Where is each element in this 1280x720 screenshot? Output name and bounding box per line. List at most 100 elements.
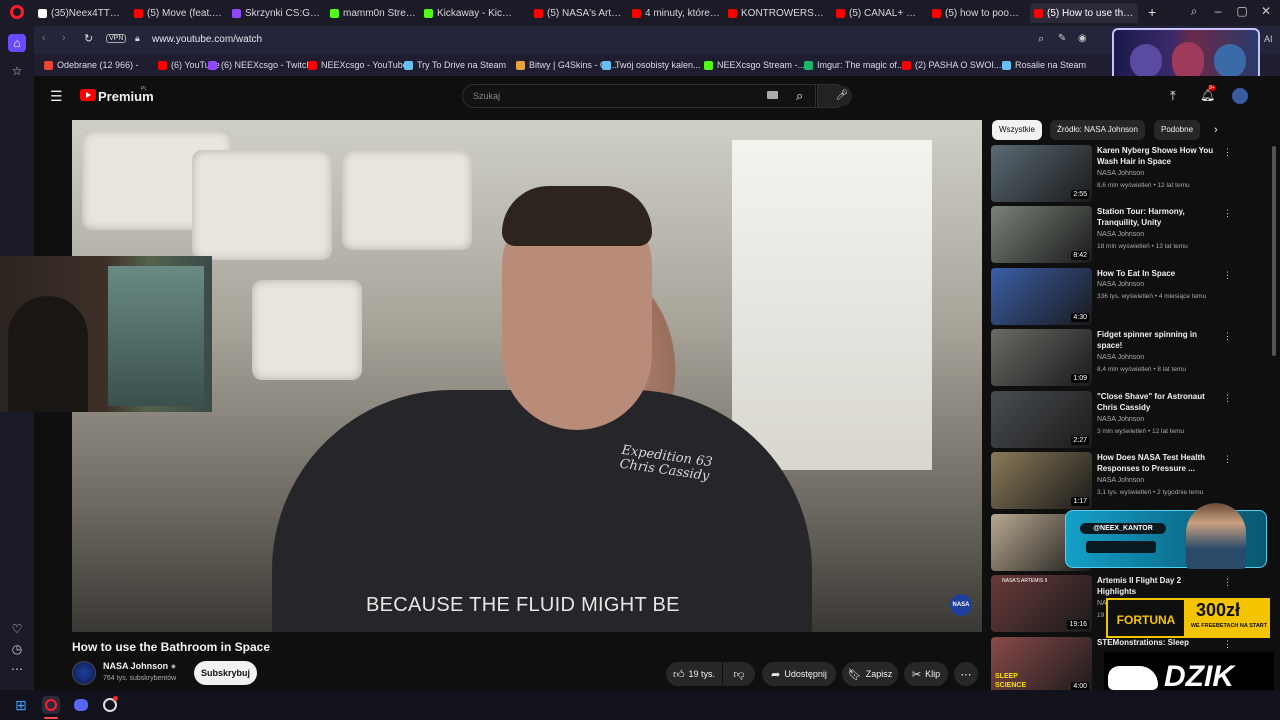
more-options-icon[interactable]: ⋮ [1223, 208, 1232, 219]
recommendation-item[interactable]: 2:55 Karen Nyberg Shows How You Wash Hair… [991, 145, 1237, 203]
more-options-icon[interactable]: ⋮ [1223, 393, 1232, 404]
discord-icon[interactable] [72, 696, 90, 714]
video-thumbnail[interactable]: 1:09 [991, 329, 1092, 386]
bookmark-item[interactable]: Twój osobisty kalen... [602, 58, 701, 72]
recommendation-title[interactable]: Fidget spinner spinning in space! [1097, 329, 1215, 351]
obs-icon[interactable] [101, 696, 119, 714]
browser-tab[interactable]: Kickaway - Kick Givea [420, 3, 514, 23]
more-options-icon[interactable]: ⋮ [1223, 454, 1232, 465]
keyboard-icon[interactable] [767, 91, 778, 99]
recommendation-item[interactable]: 1:09 Fidget spinner spinning in space! NAS… [991, 329, 1237, 387]
more-actions-button[interactable]: ⋯ [954, 662, 978, 686]
recommendation-title[interactable]: How Does NASA Test Health Responses to P… [1097, 452, 1215, 474]
home-icon[interactable]: ⌂ [8, 34, 26, 52]
recommendation-title[interactable]: "Close Shave" for Astronaut Chris Cassid… [1097, 391, 1215, 413]
bookmark-item[interactable]: Rosalie na Steam [1002, 58, 1086, 72]
history-icon[interactable]: ◷ [8, 640, 26, 658]
bookmark-item[interactable]: (2) PASHA O SWOI... [902, 58, 1001, 72]
bookmark-item[interactable]: Odebrane (12 966) - [44, 58, 139, 72]
chip-source[interactable]: Źródło: NASA Johnson [1050, 120, 1145, 140]
upload-icon[interactable]: ⤒ [1170, 88, 1176, 104]
mic-icon[interactable]: 🎤︎ [832, 86, 852, 106]
edit-icon[interactable]: ✎ [1058, 33, 1066, 44]
recommendation-title[interactable]: Station Tour: Harmony, Tranquility, Unit… [1097, 206, 1215, 228]
recommendation-item[interactable]: 4:30 How To Eat In Space NASA Johnson 336 t… [991, 268, 1237, 326]
browser-tab[interactable]: KONTROWERSJE W K [724, 3, 824, 23]
bookmark-item[interactable]: NEEXcsgo - YouTube [308, 58, 408, 72]
ai-label[interactable]: AI [1264, 34, 1273, 44]
reload-icon[interactable]: ↻ [84, 32, 93, 45]
new-tab-button[interactable]: + [1148, 4, 1156, 20]
scrollbar[interactable] [1272, 146, 1276, 356]
recommendation-title[interactable]: Karen Nyberg Shows How You Wash Hair in … [1097, 145, 1215, 167]
recommendation-channel[interactable]: NASA Johnson [1097, 416, 1144, 423]
channel-name[interactable]: NASA Johnson ● [103, 661, 176, 671]
dislike-button[interactable]: 👎︎ [723, 662, 755, 686]
back-icon[interactable]: ‹ [42, 32, 46, 44]
browser-tab[interactable]: (5) Move (feat. Ca [130, 3, 224, 23]
subscribe-button[interactable]: Subskrybuj [194, 661, 257, 685]
bookmark-label: (6) NEEXcsgo - Twitch [221, 60, 312, 70]
recommendation-item[interactable]: 8:42 Station Tour: Harmony, Tranquility, … [991, 206, 1237, 264]
recommendation-item[interactable]: 1:17 How Does NASA Test Health Responses … [991, 452, 1237, 510]
video-thumbnail[interactable]: 1:17 [991, 452, 1092, 509]
share-button[interactable]: ➦ Udostępnij [762, 662, 836, 686]
close-window-button[interactable]: ✕ [1256, 4, 1276, 18]
star-icon[interactable]: ☆ [8, 62, 26, 80]
vpn-badge[interactable]: VPN [106, 34, 127, 43]
recommendation-channel[interactable]: NASA Johnson [1097, 231, 1144, 238]
more-options-icon[interactable]: ⋮ [1223, 147, 1232, 158]
bookmark-item[interactable]: Imgur: The magic of... [804, 58, 904, 72]
more-icon[interactable]: ⋯ [8, 660, 26, 678]
chip-all[interactable]: Wszystkie [992, 120, 1042, 140]
menu-icon[interactable]: ☰ [50, 88, 63, 105]
search-tabs-icon[interactable]: ⌕ [1184, 4, 1204, 19]
search-input[interactable]: Szukaj [462, 84, 816, 108]
more-options-icon[interactable]: ⋮ [1223, 639, 1232, 650]
recommendation-channel[interactable]: NASA Johnson [1097, 477, 1144, 484]
chip-related[interactable]: Podobne [1154, 120, 1201, 140]
more-options-icon[interactable]: ⋮ [1223, 331, 1232, 342]
browser-tab[interactable]: mamm0n Stream [326, 3, 416, 23]
channel-avatar[interactable] [72, 661, 96, 685]
account-avatar[interactable] [1232, 88, 1248, 104]
forward-icon[interactable]: › [62, 32, 66, 44]
opera-taskbar-icon[interactable] [42, 696, 60, 714]
browser-tab[interactable]: (35)Neex4TTV (@nee [34, 3, 126, 23]
heart-icon[interactable]: ♡ [8, 620, 26, 638]
browser-tab[interactable]: 4 minuty, które zdecy [628, 3, 720, 23]
video-thumbnail[interactable]: 8:42 [991, 206, 1092, 263]
browser-tab[interactable]: Skrzynki CS:GO/CS2 | [228, 3, 322, 23]
more-options-icon[interactable]: ⋮ [1223, 270, 1232, 281]
browser-tab[interactable]: (5) NASA's Artemis II [530, 3, 624, 23]
url-field[interactable]: www.youtube.com/watch [152, 34, 262, 45]
minimize-button[interactable]: – [1208, 4, 1228, 18]
chevron-right-icon[interactable]: › [1214, 124, 1218, 136]
youtube-logo[interactable] [80, 89, 96, 101]
search-icon[interactable]: ⌕ [1038, 33, 1044, 46]
recommendation-item[interactable]: 2:27 "Close Shave" for Astronaut Chris Ca… [991, 391, 1237, 449]
maximize-button[interactable]: ▢ [1232, 4, 1252, 18]
more-options-icon[interactable]: ⋮ [1223, 577, 1232, 588]
clip-button[interactable]: ✂ Klip [904, 662, 948, 686]
recommendation-title[interactable]: Artemis II Flight Day 2 Highlights [1097, 575, 1215, 597]
browser-tab[interactable]: (5) CANAL+ SPORT - [832, 3, 922, 23]
recommendation-title[interactable]: How To Eat In Space [1097, 268, 1215, 279]
bookmark-item[interactable]: (6) NEEXcsgo - Twitch [208, 58, 311, 72]
camera-icon[interactable]: ◉ [1078, 33, 1087, 44]
video-thumbnail[interactable]: 2:27 [991, 391, 1092, 448]
video-thumbnail[interactable]: 4:30 [991, 268, 1092, 325]
recommendation-channel[interactable]: NASA Johnson [1097, 354, 1144, 361]
like-button[interactable]: 👍︎ 19 tys. [666, 662, 722, 686]
browser-tab[interactable]: (5) How to use the Ba [1030, 3, 1138, 23]
recommendation-channel[interactable]: NASA Johnson [1097, 170, 1144, 177]
windows-start-icon[interactable]: ⊞ [12, 696, 30, 714]
browser-tab[interactable]: (5) how to poop in sp [928, 3, 1024, 23]
recommendation-channel[interactable]: NASA Johnson [1097, 281, 1144, 288]
bookmark-item[interactable]: NEEXcsgo Stream -... [704, 58, 805, 72]
tab-label: 4 minuty, które zdecy [645, 7, 720, 19]
video-thumbnail[interactable]: 2:55 [991, 145, 1092, 202]
bookmark-item[interactable]: Try To Drive na Steam [404, 58, 506, 72]
opera-logo-icon[interactable] [10, 5, 24, 19]
save-button[interactable]: 🔖︎ Zapisz [842, 662, 898, 686]
